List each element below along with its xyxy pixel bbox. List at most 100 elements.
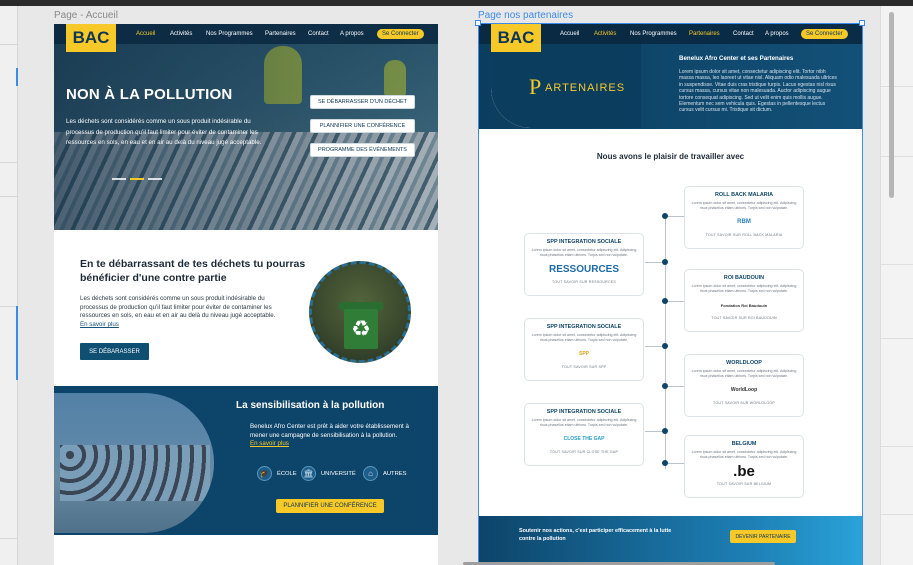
partner-description: Lorem ipsum dolor sit amet, consectetur …: [691, 450, 797, 459]
nav-item-programmes[interactable]: Nos Programmes: [206, 31, 253, 37]
timeline-dot: [662, 259, 668, 265]
home-icon: ⌂: [363, 466, 378, 481]
partner-name: ROI BAUDOUIN: [723, 275, 765, 281]
partner-description: Lorem ipsum dolor sit amet, consectetur …: [531, 248, 637, 257]
become-partner-button[interactable]: DEVENIR PARTENAIRE: [730, 530, 796, 543]
category-ecole[interactable]: 🎓 ÉCOLE: [257, 466, 297, 481]
partner-description: Lorem ipsum dolor sit amet, consectetur …: [691, 369, 797, 378]
nav-item-accueil[interactable]: Accueil: [560, 31, 579, 37]
rbm-logo: RBM: [737, 219, 751, 226]
partner-name: SPP INTEGRATION SOCIALE: [546, 324, 622, 330]
partner-link[interactable]: TOUT SAVOIR SUR BELGIUM: [689, 482, 799, 486]
panel-divider: [881, 156, 913, 157]
partner-description: Lorem ipsum dolor sit amet, consectetur …: [691, 284, 797, 293]
partner-card-belgium[interactable]: BELGIUM Lorem ipsum dolor sit amet, cons…: [684, 435, 804, 498]
bac-logo[interactable]: BAC: [491, 24, 541, 52]
timeline-dot: [662, 343, 668, 349]
partner-link[interactable]: TOUT SAVOIR SUR ROI BAUDOUIN: [689, 316, 799, 320]
partners-heading: Nous avons le plaisir de travailler avec: [596, 152, 745, 161]
category-autres[interactable]: ⌂ AUTRES: [363, 466, 407, 481]
events-program-button[interactable]: PROGRAMME DES ÉVÉNEMENTS: [310, 143, 415, 157]
design-canvas: { "frames": { "accueil_label": "Page - A…: [0, 0, 913, 565]
partner-card-roi-baudouin[interactable]: ROI BAUDOUIN Lorem ipsum dolor sit amet,…: [684, 269, 804, 332]
partner-name: ROLL BACK MALARIA: [715, 192, 773, 198]
panel-divider: [881, 86, 913, 87]
vertical-scrollbar[interactable]: [889, 12, 894, 198]
nav-item-accueil[interactable]: Accueil: [136, 31, 155, 37]
nav-item-partenaires[interactable]: Partenaires: [265, 31, 296, 37]
timeline-connector: [668, 216, 684, 217]
layer-indicator[interactable]: [16, 68, 18, 86]
connect-button[interactable]: Se Connecter: [377, 29, 424, 39]
cta-text: Soutenir nos actions, c'est participer e…: [519, 528, 672, 542]
ressources-logo: RESSOURCES: [548, 263, 619, 275]
partner-link[interactable]: TOUT SAVOIR SUR CLOSE THE GAP: [529, 450, 639, 454]
partner-card-worldloop[interactable]: WORLDLOOP Lorem ipsum dolor sit amet, co…: [684, 354, 804, 417]
category-universite[interactable]: 🏛 UNIVERSITÉ: [301, 466, 356, 481]
frame-label-accueil[interactable]: Page - Accueil: [54, 10, 118, 21]
awareness-learn-more-link[interactable]: En savoir plus: [250, 440, 289, 447]
partner-card-close-the-gap[interactable]: SPP INTEGRATION SOCIALE Lorem ipsum dolo…: [524, 403, 644, 466]
nav-item-contact[interactable]: Contact: [308, 31, 329, 37]
timeline-connector: [668, 463, 684, 464]
plan-conference-button-2[interactable]: PLANNIFIER UNE CONFÉRENCE: [276, 499, 384, 513]
nav-item-activites[interactable]: Activités: [594, 31, 616, 37]
timeline-connector: [645, 431, 662, 432]
frame-accueil[interactable]: BAC Accueil Activités Nos Programmes Par…: [54, 24, 438, 565]
recycle-icon: ♻: [351, 316, 371, 341]
panel-divider: [881, 264, 913, 265]
close-the-gap-logo: CLOSE THE GAP: [563, 436, 605, 443]
awareness-text: Benelux Afro Center est prêt à aider vot…: [250, 423, 409, 439]
connect-button[interactable]: Se Connecter: [801, 29, 848, 39]
carousel-dot[interactable]: [112, 178, 126, 180]
hero-section: BAC Accueil Activités Nos Programmes Par…: [54, 24, 438, 230]
carousel-indicator[interactable]: [112, 178, 162, 180]
nav-item-apropos[interactable]: A propos: [765, 31, 789, 37]
panel-divider: [0, 538, 18, 539]
worldloop-logo: WorldLoop: [730, 387, 758, 394]
partner-name: SPP INTEGRATION SOCIALE: [546, 409, 622, 415]
awareness-section: La sensibilisation à la pollution Benelu…: [54, 386, 438, 535]
category-label: AUTRES: [383, 470, 407, 477]
partner-card-ressources[interactable]: SPP INTEGRATION SOCIALE Lorem ipsum dolo…: [524, 233, 644, 296]
timeline-connector: [645, 346, 662, 347]
layer-indicator[interactable]: [16, 306, 18, 380]
panel-divider: [0, 162, 18, 163]
partner-link[interactable]: TOUT SAVOIR SUR ROLL BACK MALARIA: [689, 233, 799, 237]
panel-divider: [0, 44, 18, 45]
partner-card-spp[interactable]: SPP INTEGRATION SOCIALE Lorem ipsum dolo…: [524, 318, 644, 381]
be-logo: .be: [733, 462, 755, 480]
partner-link[interactable]: TOUT SAVOIR SUR RESSOURCES: [529, 280, 639, 284]
nav-item-contact[interactable]: Contact: [733, 31, 754, 37]
reward-section-title: En te débarrassant de tes déchets tu pou…: [80, 258, 306, 284]
graduation-cap-icon: 🎓: [257, 466, 272, 481]
panel-divider: [0, 196, 18, 197]
dispose-button[interactable]: SE DÉBARASSER: [80, 343, 149, 360]
properties-panel-edge: [880, 6, 913, 565]
reward-learn-more-link[interactable]: En savoir plus: [80, 321, 119, 328]
nav-item-partenaires[interactable]: Partenaires: [689, 31, 720, 37]
plan-conference-button[interactable]: PLANNIFIER UNE CONFÉRENCE: [310, 119, 415, 133]
partner-card-rbm[interactable]: ROLL BACK MALARIA Lorem ipsum dolor sit …: [684, 186, 804, 249]
photo-tint: [54, 393, 214, 533]
carousel-dot-active[interactable]: [130, 178, 144, 180]
partners-big-letter: P: [529, 74, 542, 99]
frame-label-partenaires[interactable]: Page nos partenaires: [478, 10, 573, 21]
classroom-photo: [54, 393, 214, 533]
bac-logo[interactable]: BAC: [66, 24, 116, 52]
layers-panel-edge: [0, 6, 18, 565]
nav-item-activites[interactable]: Activités: [170, 31, 192, 37]
resize-handle[interactable]: [859, 20, 865, 26]
timeline-connector: [668, 386, 684, 387]
nav-item-programmes[interactable]: Nos Programmes: [630, 31, 677, 37]
frame-partenaires[interactable]: P ARTENAIRES Benelux Afro Center et ses …: [479, 24, 862, 565]
resize-handle[interactable]: [475, 20, 481, 26]
carousel-dot[interactable]: [148, 178, 162, 180]
partner-link[interactable]: TOUT SAVOIR SUR WORLDLOOP: [689, 401, 799, 405]
partners-hero-text: Lorem ipsum dolor sit amet, consectetur …: [679, 69, 837, 114]
reward-section-text: Les déchets sont considérés comme un sou…: [80, 295, 276, 319]
panel-divider: [881, 338, 913, 339]
dispose-waste-button[interactable]: SE DÉBARRASSER D'UN DÉCHET: [310, 95, 415, 109]
partner-link[interactable]: TOUT SAVOIR SUR SPP: [529, 365, 639, 369]
nav-item-apropos[interactable]: A propos: [340, 31, 364, 37]
